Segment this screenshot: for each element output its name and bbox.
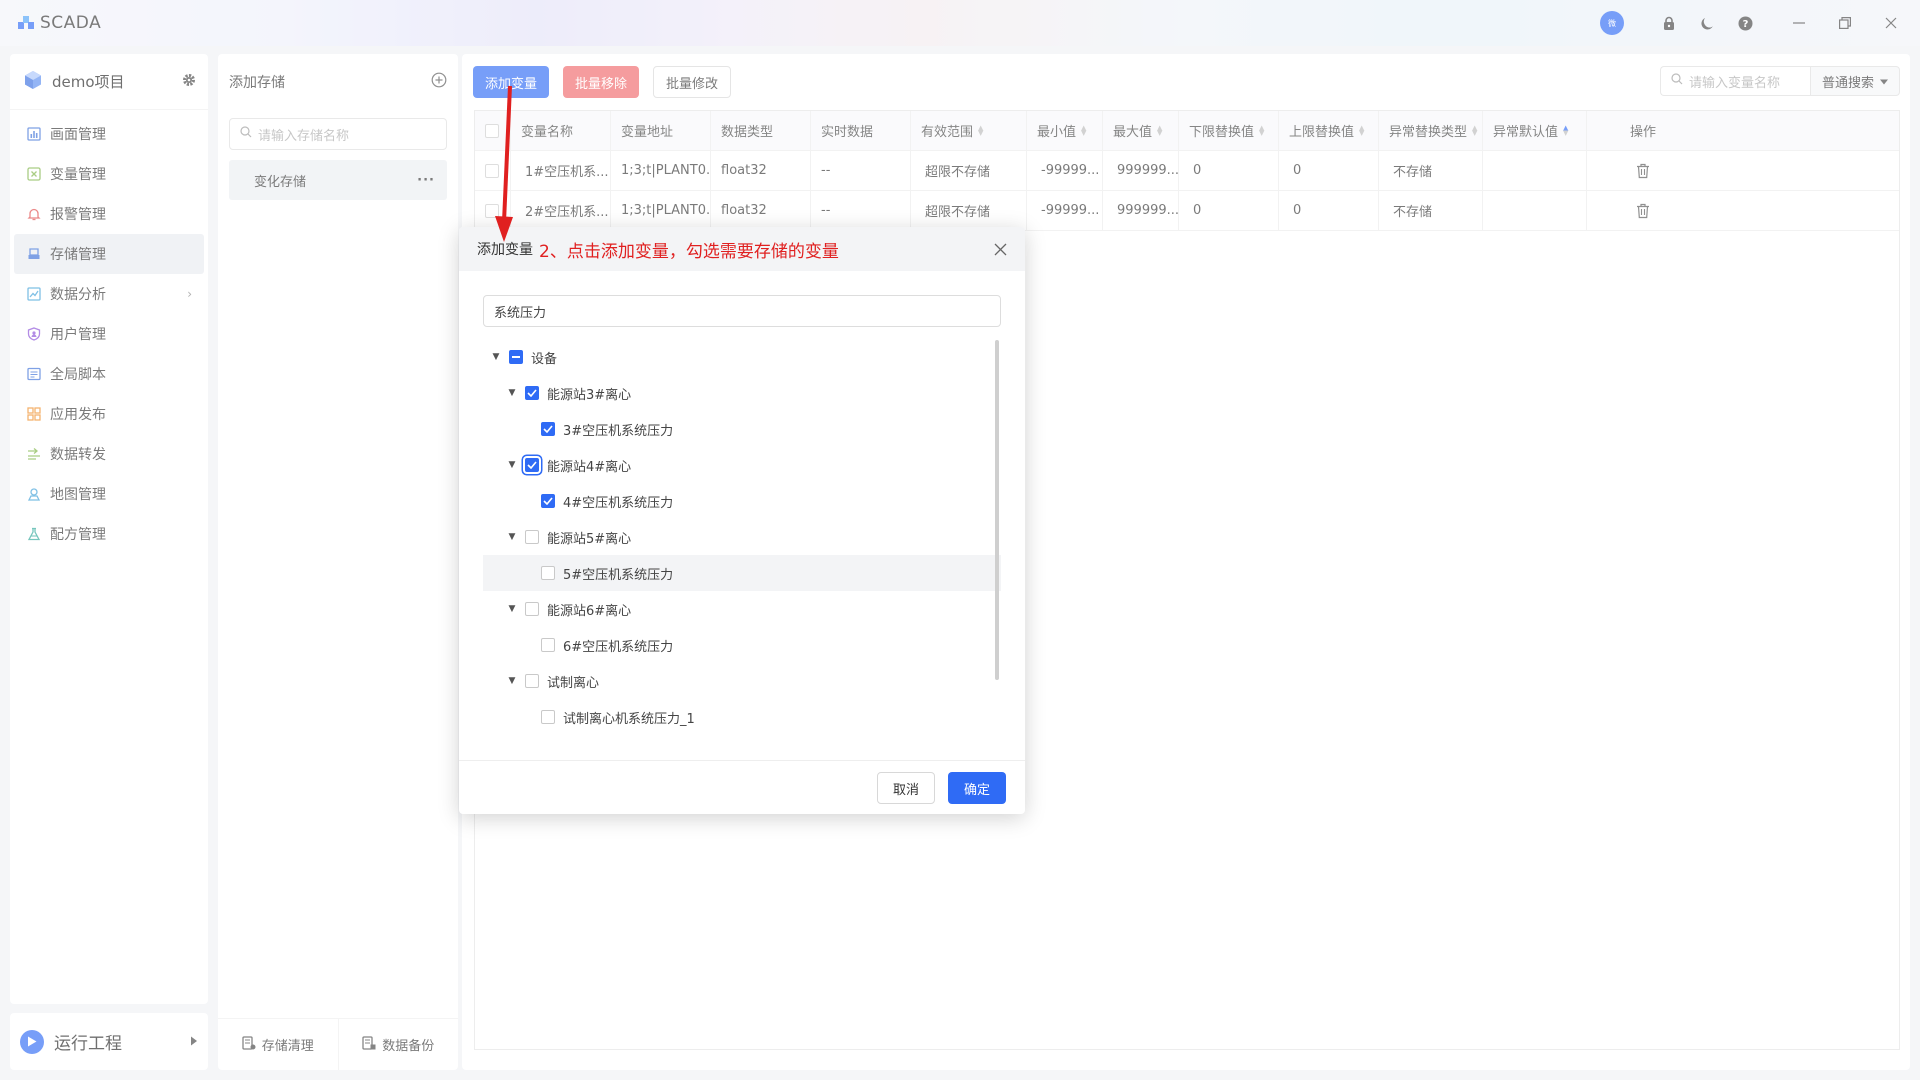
tree-leaf-node[interactable]: 6#空压机系统压力 [483,627,1001,663]
variable-tree: ▼ 设备 ▼ 能源站3#离心 3#空压机系统压力 ▼ 能源站4#离心 4#空压机系统压力 ▼ 能源… [483,339,1001,731]
tree-node-label: 设备 [531,351,558,367]
caret-down-icon[interactable]: ▼ [505,460,519,470]
caret-down-icon[interactable]: ▼ [505,532,519,542]
tree-node[interactable]: ▼ 能源站3#离心 [483,375,1001,411]
tree-node[interactable]: ▼ 能源站6#离心 [483,591,1001,627]
add-variable-dialog: 添加变量 2、点击添加变量，勾选需要存储的变量 系统压力 ▼ 设备 ▼ 能源站3#离心… [459,227,1025,814]
tree-node-label: 3#空压机系统压力 [563,423,674,439]
annotation-text: 2、点击添加变量，勾选需要存储的变量 [539,241,839,262]
tree-checkbox[interactable] [541,494,555,508]
indeterminate-checkbox[interactable] [509,350,523,364]
tree-node-label: 试制离心机系统压力_1 [563,711,695,727]
tree-node-label: 能源站4#离心 [547,459,632,475]
tree-checkbox[interactable] [541,422,555,436]
caret-down-icon[interactable]: ▼ [505,676,519,686]
caret-down-icon[interactable]: ▼ [505,388,519,398]
tree-filter-input[interactable]: 系统压力 [483,295,1001,327]
tree-node[interactable]: ▼ 设备 [483,339,1001,375]
tree-checkbox[interactable] [541,710,555,724]
tree-checkbox[interactable] [525,674,539,688]
tree-node-label: 4#空压机系统压力 [563,495,674,511]
confirm-button[interactable]: 确定 [948,772,1006,804]
tree-leaf-node[interactable]: 5#空压机系统压力 [483,555,1001,591]
tree-node-label: 试制离心 [547,675,600,691]
cancel-button[interactable]: 取消 [877,772,935,804]
tree-checkbox[interactable] [525,386,539,400]
tree-checkbox[interactable] [525,530,539,544]
tree-node[interactable]: ▼ 能源站5#离心 [483,519,1001,555]
tree-node[interactable]: ▼ 试制离心 [483,663,1001,699]
dialog-close-icon[interactable] [994,237,1007,261]
tree-node-label: 5#空压机系统压力 [563,567,674,583]
tree-checkbox[interactable] [541,566,555,580]
caret-down-icon[interactable]: ▼ [505,604,519,614]
caret-down-icon[interactable]: ▼ [489,352,503,362]
tree-node-label: 能源站6#离心 [547,603,632,619]
tree-node-label: 6#空压机系统压力 [563,639,674,655]
dialog-title: 添加变量 [477,242,533,258]
tree-checkbox[interactable] [525,602,539,616]
tree-leaf-node[interactable]: 试制离心机系统压力_1 [483,699,1001,731]
tree-checkbox[interactable] [525,458,539,472]
tree-checkbox[interactable] [541,638,555,652]
tree-node-label: 能源站3#离心 [547,387,632,403]
tree-scrollbar[interactable] [995,340,999,680]
tree-node[interactable]: ▼ 能源站4#离心 [483,447,1001,483]
tree-leaf-node[interactable]: 3#空压机系统压力 [483,411,1001,447]
tree-leaf-node[interactable]: 4#空压机系统压力 [483,483,1001,519]
tree-node-label: 能源站5#离心 [547,531,632,547]
